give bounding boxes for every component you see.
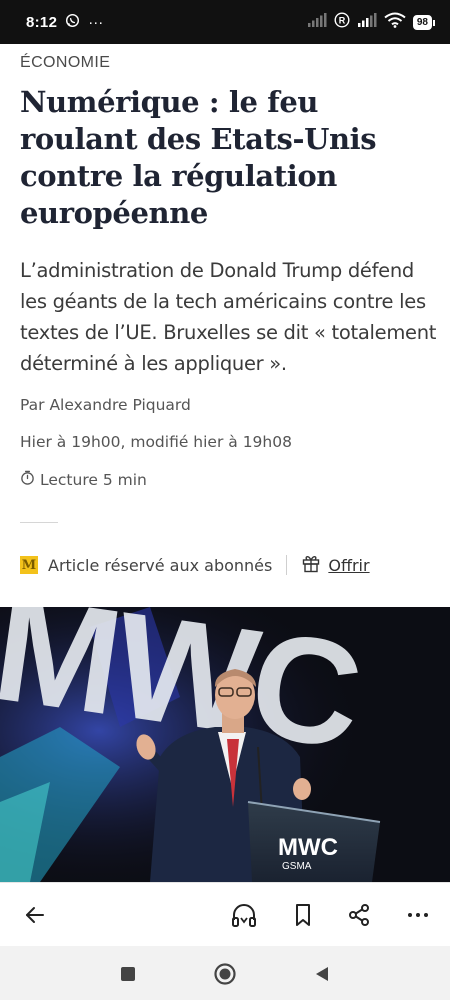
more-icon[interactable] — [403, 900, 433, 930]
system-nav-bar — [0, 946, 450, 1000]
back-arrow-icon[interactable] — [20, 900, 50, 930]
headphones-icon[interactable] — [229, 900, 259, 930]
status-right: R 98 — [307, 12, 436, 32]
recents-icon[interactable] — [115, 961, 141, 987]
timer-icon — [20, 470, 35, 489]
wifi-icon — [384, 12, 406, 32]
offer-label: Offrir — [328, 555, 370, 575]
section-label[interactable]: ÉCONOMIE — [20, 54, 110, 72]
subscriber-row: M Article réservé aux abonnés Offrir — [20, 552, 430, 578]
home-icon[interactable] — [212, 961, 238, 987]
signal-icon — [357, 13, 377, 31]
offer-button[interactable]: Offrir — [301, 553, 370, 577]
subscriber-label: Article réservé aux abonnés — [48, 555, 273, 575]
article-dates: Hier à 19h00, modifié hier à 19h08 — [20, 433, 292, 451]
podium-sub-text: GSMA — [282, 861, 312, 872]
article-toolbar — [0, 882, 450, 946]
read-time-label: Lecture 5 min — [40, 470, 147, 489]
divider — [20, 522, 58, 523]
back-icon[interactable] — [309, 961, 335, 987]
article-photo[interactable]: MWC MWC GSMA — [0, 607, 450, 882]
signal-icon — [307, 13, 327, 31]
status-dots: ··· — [88, 13, 104, 31]
gift-icon — [301, 553, 321, 577]
article-headline: Numérique : le feu roulant des Etats-Uni… — [20, 85, 377, 230]
status-bar: 8:12 ··· R 98 — [0, 0, 450, 44]
separator — [286, 555, 288, 575]
svg-text:R: R — [339, 16, 346, 26]
share-icon[interactable] — [344, 900, 374, 930]
article-author[interactable]: Par Alexandre Piquard — [20, 396, 191, 414]
status-time: 8:12 — [26, 13, 58, 31]
bookmark-icon[interactable] — [288, 900, 318, 930]
roaming-icon: R — [334, 12, 350, 32]
article-standfirst: L’administration de Donald Trump défend … — [20, 259, 437, 375]
podium-logo-text: MWC — [278, 834, 338, 861]
whatsapp-icon — [65, 13, 80, 32]
read-time: Lecture 5 min — [20, 470, 147, 489]
battery-icon: 98 — [412, 14, 436, 30]
status-left: 8:12 ··· — [26, 13, 103, 32]
subscriber-badge-icon: M — [20, 556, 38, 574]
